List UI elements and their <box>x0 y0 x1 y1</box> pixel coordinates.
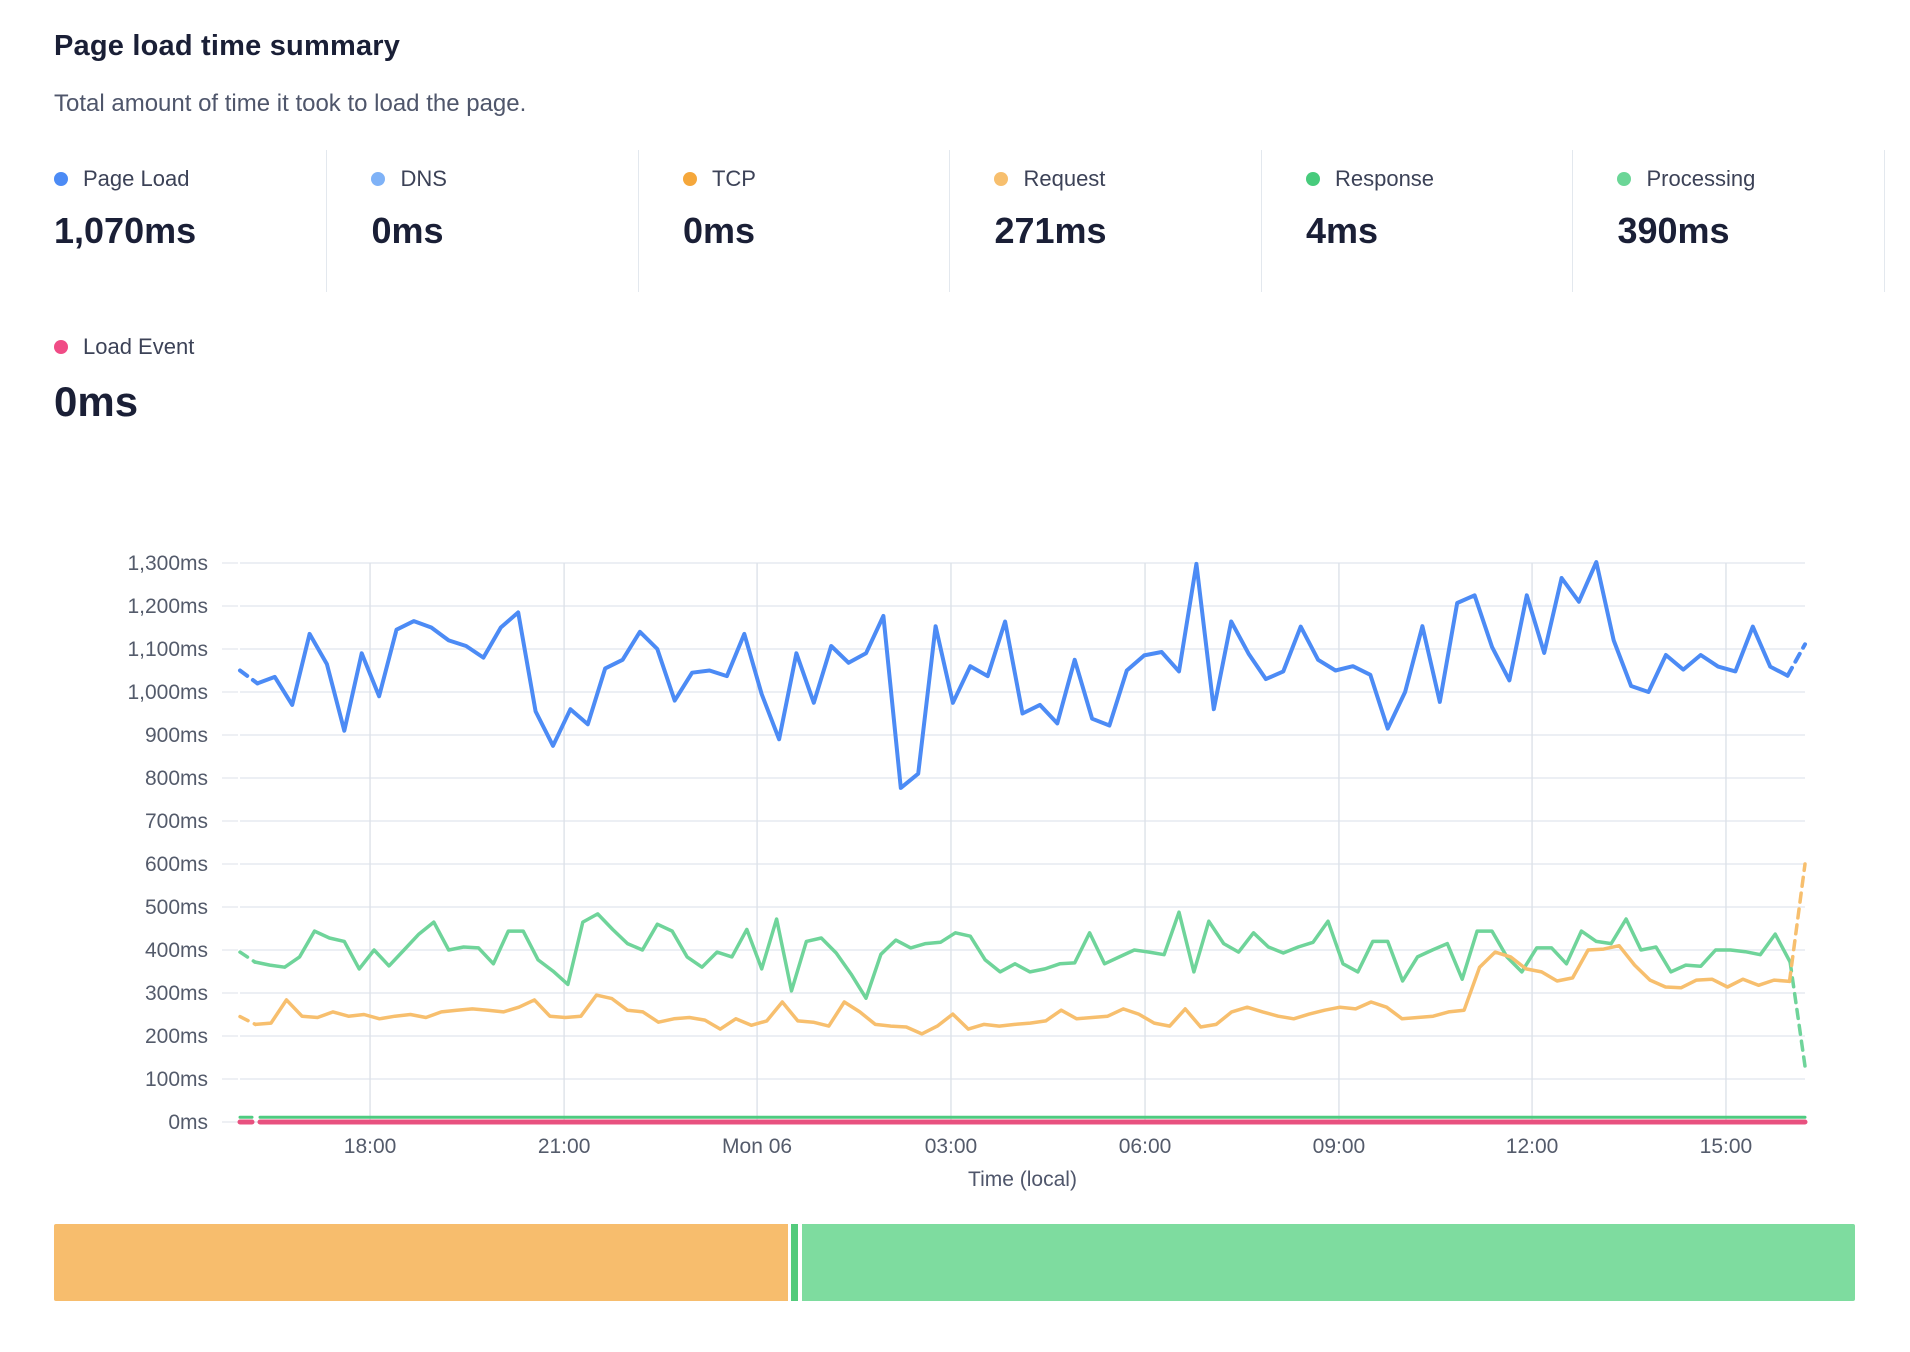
tcp-legend-dot-icon <box>683 172 697 186</box>
stat-value: 0ms <box>54 378 329 426</box>
stat-card-page-load: Page Load 1,070ms <box>54 150 327 292</box>
stat-card-request: Request 271ms <box>950 150 1262 292</box>
stat-card-load-event: Load Event 0ms <box>54 334 329 426</box>
y-tick-label: 100ms <box>145 1068 208 1091</box>
request-legend-dot-icon <box>994 172 1008 186</box>
timeline-segment-orange-range[interactable] <box>54 1224 788 1301</box>
series-line-processing <box>255 912 1790 998</box>
y-tick-label: 1,300ms <box>127 552 208 575</box>
stat-label: Processing <box>1646 166 1755 192</box>
stat-value: 271ms <box>994 210 1261 252</box>
processing-legend-dot-icon <box>1617 172 1631 186</box>
series-line-processing <box>1790 962 1805 1066</box>
timeline-segment-green-sliver[interactable] <box>791 1224 798 1301</box>
y-tick-label: 600ms <box>145 853 208 876</box>
series-line-request <box>240 1017 256 1025</box>
y-tick-label: 500ms <box>145 896 208 919</box>
y-tick-label: 300ms <box>145 982 208 1005</box>
y-tick-label: 700ms <box>145 810 208 833</box>
stat-label: Load Event <box>83 334 194 360</box>
series-line-processing <box>240 952 255 962</box>
stat-label: TCP <box>712 166 756 192</box>
series-line-request <box>256 946 1790 1034</box>
stat-value: 4ms <box>1306 210 1573 252</box>
y-tick-label: 0ms <box>168 1111 208 1134</box>
page-load-legend-dot-icon <box>54 172 68 186</box>
load-time-chart: 0ms 100ms 200ms 300ms 400ms 500ms 600ms 700ms 80… <box>0 540 1910 1220</box>
stat-label: Response <box>1335 166 1434 192</box>
x-axis-title: Time (local) <box>968 1168 1077 1191</box>
stat-card-processing: Processing 390ms <box>1573 150 1885 292</box>
y-tick-label: 800ms <box>145 767 208 790</box>
stat-label: DNS <box>400 166 446 192</box>
y-tick-label: 900ms <box>145 724 208 747</box>
series-line-page-load <box>240 671 257 684</box>
x-tick-label: 21:00 <box>538 1135 591 1158</box>
y-tick-label: 400ms <box>145 939 208 962</box>
y-tick-label: 1,100ms <box>127 638 208 661</box>
x-tick-label: 12:00 <box>1506 1135 1559 1158</box>
x-tick-label: 06:00 <box>1119 1135 1172 1158</box>
stat-value: 1,070ms <box>54 210 326 252</box>
stat-card-dns: DNS 0ms <box>327 150 639 292</box>
stat-label: Request <box>1023 166 1105 192</box>
dns-legend-dot-icon <box>371 172 385 186</box>
y-tick-label: 200ms <box>145 1025 208 1048</box>
stat-label: Page Load <box>83 166 189 192</box>
x-tick-label: 09:00 <box>1313 1135 1366 1158</box>
y-tick-label: 1,200ms <box>127 595 208 618</box>
series-line-page-load <box>257 562 1787 788</box>
page-subtitle: Total amount of time it took to load the… <box>54 90 526 118</box>
stat-card-tcp: TCP 0ms <box>639 150 951 292</box>
x-tick-label: 15:00 <box>1700 1135 1753 1158</box>
load-event-legend-dot-icon <box>54 340 68 354</box>
stat-value: 390ms <box>1617 210 1884 252</box>
stat-value: 0ms <box>371 210 638 252</box>
timeline-segment-green-range[interactable] <box>802 1224 1855 1301</box>
uptime-timeline-bar[interactable] <box>54 1224 1855 1301</box>
y-tick-label: 1,000ms <box>127 681 208 704</box>
series-line-request <box>1790 864 1806 981</box>
stat-card-response: Response 4ms <box>1262 150 1574 292</box>
x-tick-label: 03:00 <box>925 1135 978 1158</box>
stat-value: 0ms <box>683 210 950 252</box>
metrics-summary-row: Page Load 1,070ms DNS 0ms TCP 0ms Reques… <box>54 150 1885 292</box>
page-title: Page load time summary <box>54 30 400 63</box>
x-tick-label: Mon 06 <box>722 1135 792 1158</box>
x-tick-label: 18:00 <box>344 1135 397 1158</box>
response-legend-dot-icon <box>1306 172 1320 186</box>
